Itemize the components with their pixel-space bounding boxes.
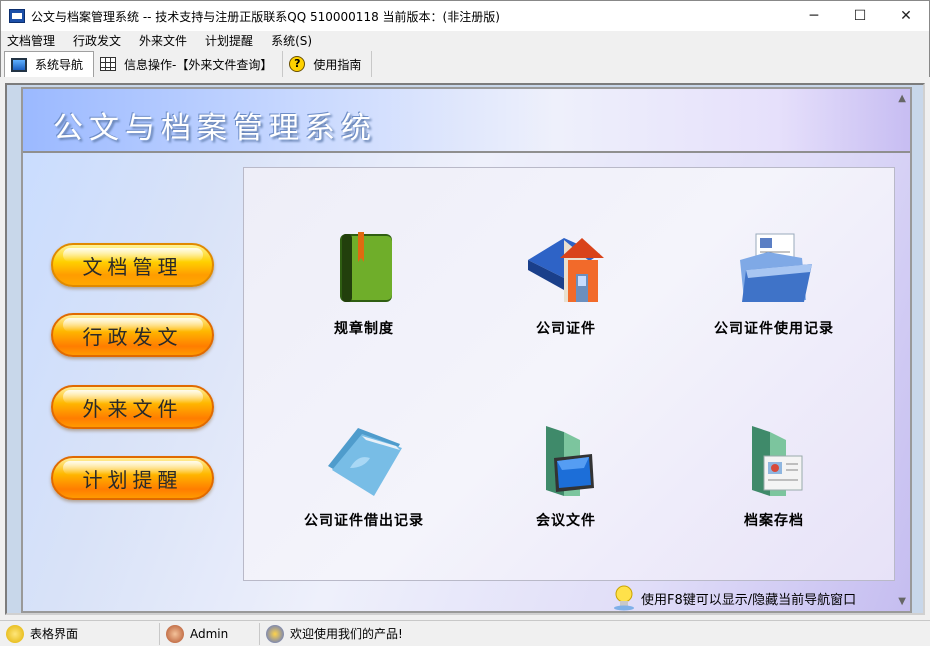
banner-title: 公文与档案管理系统 — [53, 111, 377, 146]
app-icon — [9, 9, 25, 23]
minimize-button[interactable]: ─ — [791, 1, 837, 31]
tab-bar: 系统导航 信息操作-【外来文件查询】 ? 使用指南 — [0, 49, 930, 77]
lightbulb-icon — [6, 624, 24, 643]
status-user: Admin — [160, 622, 260, 645]
hint-text: 使用F8键可以显示/隐藏当前导航窗口 — [641, 592, 857, 608]
grid-icon — [100, 57, 117, 71]
monitor-icon — [11, 57, 27, 72]
tile-label: 公司证件使用记录 — [714, 321, 834, 337]
tab-user-guide[interactable]: ? 使用指南 — [283, 51, 373, 77]
menu-incoming-files[interactable]: 外来文件 — [139, 32, 187, 49]
tile-label: 档案存档 — [744, 513, 804, 529]
nav-plan-reminder-button[interactable]: 计划提醒 — [51, 456, 214, 500]
window-title: 公文与档案管理系统 -- 技术支持与注册正版联系QQ 510000118 当前版… — [31, 9, 500, 24]
menu-bar: 文档管理 行政发文 外来文件 计划提醒 系统(S) — [0, 31, 930, 49]
folder-picture-icon — [752, 426, 803, 496]
tab-system-navigation[interactable]: 系统导航 — [4, 51, 95, 77]
tab-label: 系统导航 — [35, 58, 84, 72]
tile-label: 规章制度 — [334, 321, 394, 337]
tile-label: 会议文件 — [536, 513, 596, 529]
tile-label: 公司证件 — [536, 321, 596, 337]
scroll-up-arrow[interactable]: ▲ — [898, 93, 906, 104]
status-view: 表格界面 — [0, 622, 160, 645]
menu-plan-reminder[interactable]: 计划提醒 — [205, 32, 253, 49]
user-icon — [166, 624, 184, 643]
banner: 公文与档案管理系统 — [23, 89, 910, 153]
open-folder-document-icon — [740, 233, 812, 302]
status-user-text: Admin — [190, 626, 229, 641]
tab-label: 信息操作-【外来文件查询】 — [124, 57, 273, 72]
tile-meeting-files[interactable]: 会议文件 — [476, 422, 656, 530]
nav-incoming-files-button[interactable]: 外来文件 — [51, 385, 214, 429]
navigation-panel: 公文与档案管理系统 文档管理 行政发文 外来文件 计划提醒 规章制度 公司证件 … — [21, 87, 912, 613]
menu-document-management[interactable]: 文档管理 — [7, 32, 55, 49]
help-icon: ? — [289, 56, 306, 72]
status-message-text: 欢迎使用我们的产品! — [290, 627, 403, 641]
blue-folder-icon — [328, 428, 402, 496]
status-bar: 表格界面 Admin 欢迎使用我们的产品! — [0, 620, 930, 646]
tile-company-certificates[interactable]: 公司证件 — [476, 230, 656, 338]
shapes-icon — [266, 624, 284, 643]
tile-rules-regulations[interactable]: 规章制度 — [274, 230, 454, 338]
folder-house-icon — [528, 238, 604, 302]
nav-administrative-dispatch-button[interactable]: 行政发文 — [51, 313, 214, 357]
scroll-down-arrow[interactable]: ▼ — [898, 596, 906, 607]
book-icon — [340, 232, 392, 302]
nav-button-label: 计划提醒 — [82, 467, 183, 492]
close-button[interactable]: ✕ — [883, 1, 929, 31]
lightbulb-icon — [614, 585, 634, 611]
nav-button-label: 外来文件 — [82, 396, 183, 421]
maximize-button[interactable]: ☐ — [837, 1, 883, 31]
tile-label: 公司证件借出记录 — [304, 513, 424, 529]
tile-certificate-usage-records[interactable]: 公司证件使用记录 — [684, 230, 864, 338]
tile-archive-storage[interactable]: 档案存档 — [684, 422, 864, 530]
window-controls: ─ ☐ ✕ — [791, 1, 929, 31]
tile-certificate-loan-records[interactable]: 公司证件借出记录 — [274, 422, 454, 530]
function-panel: 规章制度 公司证件 公司证件使用记录 公司证件借出记录 会议文件 档案存档 — [243, 167, 895, 581]
nav-button-label: 文档管理 — [82, 254, 183, 279]
nav-button-label: 行政发文 — [82, 324, 183, 349]
title-bar: 公文与档案管理系统 -- 技术支持与注册正版联系QQ 510000118 当前版… — [0, 0, 930, 31]
status-view-text: 表格界面 — [30, 627, 79, 641]
status-message: 欢迎使用我们的产品! — [260, 623, 910, 645]
tab-label: 使用指南 — [313, 57, 362, 72]
nav-document-management-button[interactable]: 文档管理 — [51, 243, 214, 287]
navigation-frame: 公文与档案管理系统 文档管理 行政发文 外来文件 计划提醒 规章制度 公司证件 … — [5, 83, 925, 615]
menu-administrative-dispatch[interactable]: 行政发文 — [73, 32, 121, 49]
tab-info-operation[interactable]: 信息操作-【外来文件查询】 — [94, 51, 284, 77]
f8-hint: 使用F8键可以显示/隐藏当前导航窗口 — [613, 585, 856, 611]
menu-system[interactable]: 系统(S) — [271, 32, 312, 49]
folder-monitor-icon — [546, 426, 594, 496]
